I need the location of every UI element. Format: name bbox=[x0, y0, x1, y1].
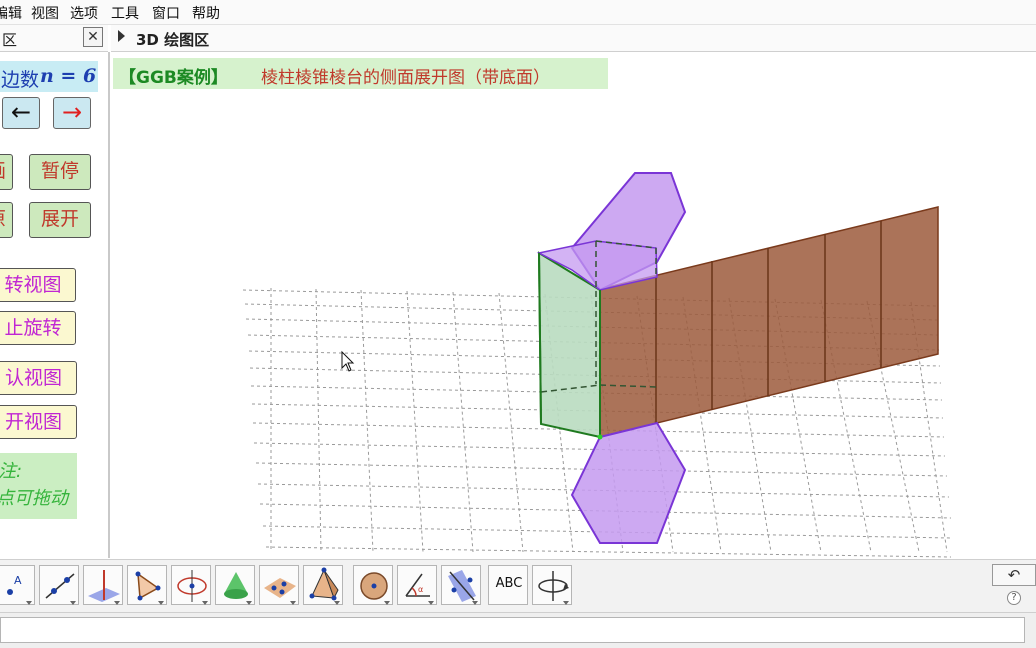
input-bar bbox=[0, 612, 1036, 648]
bottom-hexagon bbox=[570, 421, 687, 544]
menu-tools[interactable]: 工具 bbox=[111, 3, 139, 23]
toolbar: A α ABC ↶ ? bbox=[0, 559, 1036, 612]
reflect-tool[interactable] bbox=[441, 565, 481, 605]
graphics-panel-title: 3D 绘图区 bbox=[136, 31, 210, 49]
algebra-panel-header: 区 ✕ bbox=[0, 25, 108, 52]
polygon-tool[interactable] bbox=[127, 565, 167, 605]
point-tool[interactable]: A bbox=[0, 565, 35, 605]
algebra-panel: 边数 n = 6 ← → 画 暂停 原 展开 转视图 止旋转 认视图 开视图 注… bbox=[0, 52, 110, 558]
decrease-edges-button[interactable]: ← bbox=[2, 97, 40, 129]
menu-help[interactable]: 帮助 bbox=[192, 3, 220, 23]
perpendicular-tool[interactable] bbox=[83, 565, 123, 605]
scene-svg bbox=[242, 172, 952, 558]
sphere-tool[interactable] bbox=[353, 565, 393, 605]
pyramid-tool[interactable] bbox=[303, 565, 343, 605]
stop-rotate-button[interactable]: 止旋转 bbox=[0, 311, 76, 345]
circle-tool[interactable] bbox=[171, 565, 211, 605]
reset-button[interactable]: 原 bbox=[0, 202, 13, 238]
text-tool[interactable]: ABC bbox=[488, 565, 528, 605]
note-text: 点可拖动 bbox=[0, 488, 68, 509]
pause-button[interactable]: 暂停 bbox=[29, 154, 91, 190]
menu-view[interactable]: 视图 bbox=[31, 3, 59, 23]
close-icon[interactable]: ✕ bbox=[83, 27, 103, 47]
svg-text:A: A bbox=[14, 574, 22, 587]
text-tool-label: ABC bbox=[495, 576, 523, 591]
menu-options[interactable]: 选项 bbox=[70, 3, 98, 23]
menu-edit[interactable]: 编辑 bbox=[0, 3, 22, 23]
note-box: 注: 点可拖动 bbox=[0, 453, 77, 519]
default-view-button[interactable]: 认视图 bbox=[0, 361, 77, 395]
graphics-view-3d[interactable]: 【GGB案例】 棱柱棱锥棱台的侧面展开图（带底面） bbox=[111, 52, 1036, 558]
algebra-panel-title: 区 bbox=[2, 31, 18, 49]
menu-bar: 编辑 视图 选项 工具 窗口 帮助 bbox=[0, 0, 1036, 25]
unfold-view-button[interactable]: 开视图 bbox=[0, 405, 77, 439]
mouse-cursor-icon bbox=[341, 350, 355, 372]
undo-button[interactable]: ↶ bbox=[992, 564, 1036, 586]
svg-text:α: α bbox=[418, 585, 423, 594]
unfold-button[interactable]: 展开 bbox=[29, 202, 91, 238]
help-icon[interactable]: ? bbox=[1007, 591, 1021, 605]
plane-tool[interactable] bbox=[259, 565, 299, 605]
expand-triangle-icon[interactable] bbox=[118, 30, 125, 42]
start-button[interactable]: 画 bbox=[0, 154, 13, 190]
rotate-view-tool[interactable] bbox=[532, 565, 572, 605]
menu-window[interactable]: 窗口 bbox=[152, 3, 180, 23]
draggable-point[interactable] bbox=[597, 434, 603, 440]
increase-edges-button[interactable]: → bbox=[53, 97, 91, 129]
line-tool[interactable] bbox=[39, 565, 79, 605]
edges-slider-label: 边数 n = 6 bbox=[0, 61, 98, 92]
graphics-panel-header: 3D 绘图区 bbox=[111, 25, 1036, 52]
cone-tool[interactable] bbox=[215, 565, 255, 605]
note-title: 注: bbox=[0, 461, 23, 482]
angle-tool[interactable]: α bbox=[397, 565, 437, 605]
input-field[interactable] bbox=[0, 617, 1025, 643]
rotate-view-button[interactable]: 转视图 bbox=[0, 268, 76, 302]
